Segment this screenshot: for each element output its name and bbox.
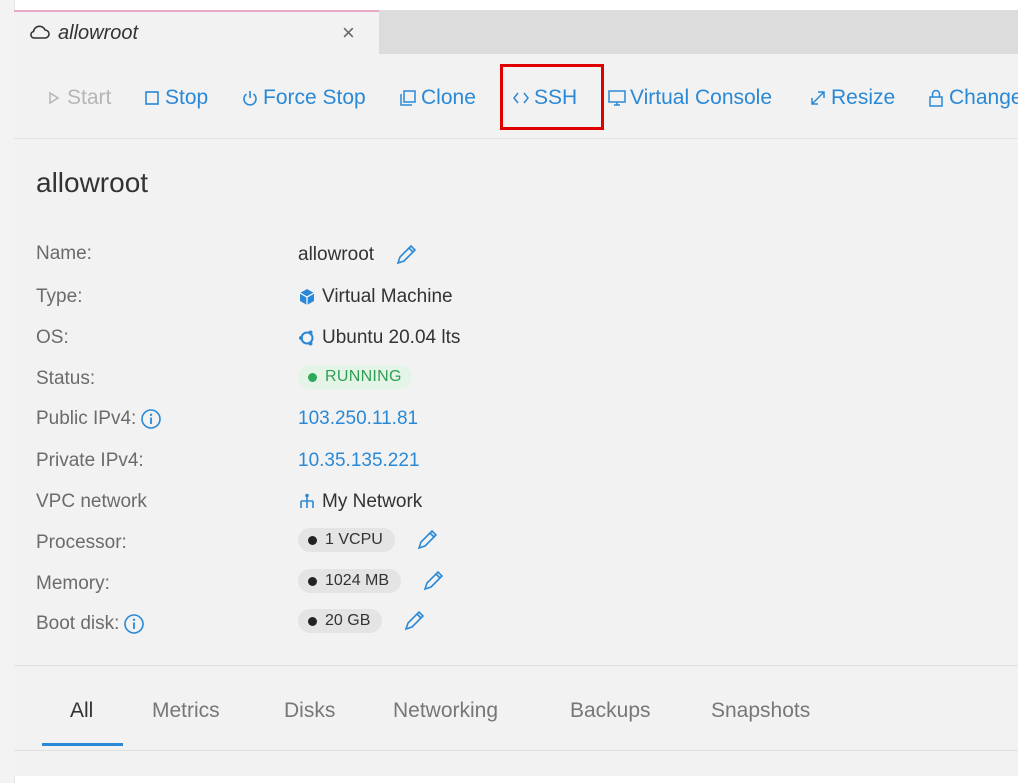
close-icon[interactable]: × [342, 20, 355, 46]
processor-chip: 1 VCPU [298, 528, 395, 552]
edit-pencil-icon[interactable] [394, 243, 418, 267]
lock-icon [929, 89, 943, 107]
status-badge: RUNNING [298, 365, 412, 389]
play-icon [49, 91, 60, 105]
tab-networking[interactable]: Networking [393, 699, 498, 723]
active-tab-indicator [42, 743, 123, 746]
detail-tabs: All Metrics Disks Networking Backups Sna… [14, 666, 1018, 756]
processor-value: 1 VCPU [298, 528, 439, 552]
resize-button[interactable]: Resize [808, 84, 895, 112]
cube-icon [299, 289, 315, 305]
vpc-network-value: My Network [298, 491, 422, 513]
private-ipv4-label: Private IPv4: [36, 450, 144, 471]
ubuntu-icon [299, 330, 314, 346]
tab-bar: allowroot × [14, 10, 1018, 54]
boot-disk-value: 20 GB [298, 609, 426, 633]
clone-button[interactable]: Clone [398, 84, 476, 112]
boot-disk-label: Boot disk: [36, 613, 145, 635]
network-icon [300, 493, 314, 508]
tab-metrics[interactable]: Metrics [152, 699, 220, 723]
vm-detail-window: allowroot × Start Stop Force Stop Clone … [14, 10, 1018, 776]
start-button[interactable]: Start [44, 84, 111, 112]
memory-value: 1024 MB [298, 569, 445, 593]
monitor-icon [608, 90, 626, 106]
public-ipv4-value[interactable]: 103.250.11.81 [298, 408, 418, 430]
edit-pencil-icon[interactable] [402, 609, 426, 633]
power-icon [243, 91, 257, 106]
ssh-highlight-box [500, 64, 604, 130]
os-label: OS: [36, 327, 69, 348]
clone-icon [400, 90, 416, 106]
action-toolbar: Start Stop Force Stop Clone SSH Virtual … [14, 54, 1018, 138]
status-label: Status: [36, 368, 96, 389]
tab-all[interactable]: All [70, 699, 93, 723]
public-ipv4-label: Public IPv4: [36, 408, 162, 430]
status-value: RUNNING [298, 365, 412, 389]
running-dot [308, 372, 317, 382]
memory-label: Memory: [36, 573, 110, 594]
os-value: Ubuntu 20.04 lts [298, 327, 460, 349]
tab-backups[interactable]: Backups [570, 699, 651, 723]
tabs-divider [14, 750, 1018, 751]
tab-snapshots[interactable]: Snapshots [711, 699, 810, 723]
resize-icon [811, 91, 825, 105]
toolbar-divider [14, 138, 1018, 139]
chip-dot [308, 535, 317, 545]
stop-icon [145, 91, 159, 105]
tab-title: allowroot [58, 22, 139, 44]
tab-disks[interactable]: Disks [284, 699, 335, 723]
edit-pencil-icon[interactable] [415, 528, 439, 552]
vpc-network-label: VPC network [36, 491, 147, 512]
info-icon[interactable] [123, 613, 145, 635]
cloud-icon [30, 25, 50, 39]
page-title: allowroot [36, 167, 149, 198]
stop-button[interactable]: Stop [142, 84, 208, 112]
private-ipv4-value[interactable]: 10.35.135.221 [298, 450, 420, 472]
info-icon[interactable] [140, 408, 162, 430]
type-label: Type: [36, 286, 83, 307]
processor-label: Processor: [36, 532, 127, 553]
virtual-console-button[interactable]: Virtual Console [607, 84, 772, 112]
edit-pencil-icon[interactable] [421, 569, 445, 593]
boot-disk-chip: 20 GB [298, 609, 383, 633]
chip-dot [308, 616, 317, 626]
name-label: Name: [36, 243, 92, 264]
name-value: allowroot [298, 243, 418, 267]
chip-dot [308, 576, 317, 586]
force-stop-button[interactable]: Force Stop [240, 84, 366, 112]
left-panel-edge [0, 0, 15, 783]
memory-chip: 1024 MB [298, 569, 402, 593]
change-button[interactable]: Change [926, 84, 1018, 112]
tab-allowroot[interactable]: allowroot × [14, 10, 379, 54]
type-value: Virtual Machine [298, 286, 453, 308]
